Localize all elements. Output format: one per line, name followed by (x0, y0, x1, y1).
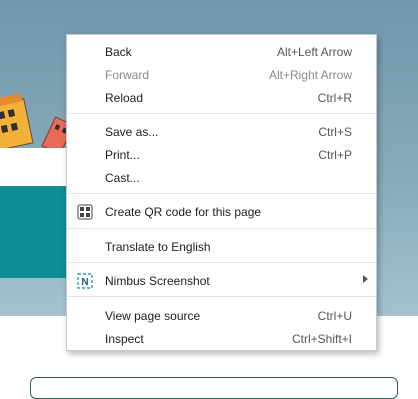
building-illustration (0, 93, 70, 155)
menu-separator (67, 296, 376, 297)
page-input-field[interactable] (30, 377, 398, 399)
menu-item-print[interactable]: Print... Ctrl+P (67, 144, 376, 166)
menu-separator (67, 193, 376, 194)
menu-item-nimbus-screenshot[interactable]: N Nimbus Screenshot (67, 270, 376, 292)
inspect-label: Inspect (105, 332, 144, 346)
save-as-shortcut: Ctrl+S (318, 125, 352, 139)
menu-item-view-page-source[interactable]: View page source Ctrl+U (67, 305, 376, 327)
qr-code-icon (77, 204, 93, 220)
menu-item-cast[interactable]: Cast... (67, 167, 376, 189)
menu-separator (67, 113, 376, 114)
forward-shortcut: Alt+Right Arrow (268, 68, 352, 82)
forward-label: Forward (105, 68, 150, 82)
back-label: Back (105, 45, 132, 59)
menu-item-reload[interactable]: Reload Ctrl+R (67, 87, 376, 109)
print-shortcut: Ctrl+P (318, 148, 352, 162)
inspect-shortcut: Ctrl+Shift+I (291, 332, 352, 346)
menu-item-back[interactable]: Back Alt+Left Arrow (67, 41, 376, 63)
nimbus-screenshot-label: Nimbus Screenshot (105, 274, 210, 288)
view-page-source-label: View page source (105, 309, 201, 323)
menu-separator (67, 228, 376, 229)
reload-shortcut: Ctrl+R (317, 91, 352, 105)
submenu-arrow-icon (363, 275, 368, 283)
view-page-source-shortcut: Ctrl+U (317, 309, 352, 323)
svg-text:N: N (81, 277, 88, 288)
create-qr-code-label: Create QR code for this page (105, 205, 262, 219)
menu-item-forward[interactable]: Forward Alt+Right Arrow (67, 64, 376, 86)
reload-label: Reload (105, 91, 144, 105)
cast-label: Cast... (105, 171, 140, 185)
translate-label: Translate to English (105, 240, 211, 254)
menu-item-inspect[interactable]: Inspect Ctrl+Shift+I (67, 328, 376, 350)
back-shortcut: Alt+Left Arrow (276, 45, 352, 59)
context-menu: Back Alt+Left Arrow Forward Alt+Right Ar… (66, 34, 377, 351)
menu-item-save-as[interactable]: Save as... Ctrl+S (67, 121, 376, 143)
menu-separator (67, 262, 376, 263)
menu-item-translate[interactable]: Translate to English (67, 236, 376, 258)
save-as-label: Save as... (105, 125, 159, 139)
nimbus-extension-icon: N (77, 273, 93, 289)
menu-item-create-qr-code[interactable]: Create QR code for this page (67, 201, 376, 223)
print-label: Print... (105, 148, 140, 162)
